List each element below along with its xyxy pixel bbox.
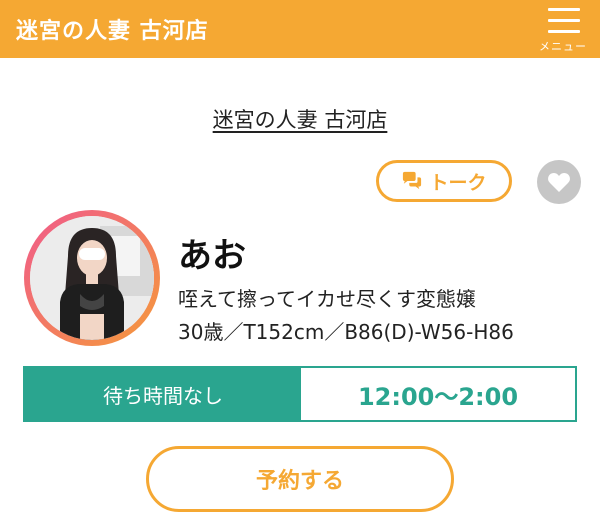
menu-label: メニュー	[539, 40, 587, 53]
cast-details: 30歳／T152cm／B86(D)-W56-H86	[178, 320, 514, 344]
avatar[interactable]	[30, 216, 154, 340]
shop-name-link[interactable]: 迷宮の人妻 古河店	[213, 108, 388, 132]
reserve-button-label: 予約する	[255, 469, 344, 494]
favorite-button[interactable]	[537, 160, 581, 204]
working-hours: 12:00〜2:00	[301, 368, 575, 420]
top-header: 迷宮の人妻 古河店 メニュー	[0, 0, 600, 58]
avatar-photo	[30, 216, 154, 340]
menu-button[interactable]: メニュー	[532, 4, 594, 56]
talk-button-label: トーク	[429, 171, 487, 194]
heart-icon	[548, 173, 570, 192]
reserve-button[interactable]: 予約する	[146, 446, 454, 512]
chat-bubbles-icon	[403, 171, 422, 190]
availability-bar: 待ち時間なし 12:00〜2:00	[23, 366, 577, 422]
avatar-ring	[24, 210, 160, 346]
header-title[interactable]: 迷宮の人妻 古河店	[16, 13, 209, 45]
talk-button[interactable]: トーク	[376, 160, 512, 202]
cast-name: あお	[178, 236, 246, 276]
cast-catchphrase: 咥えて擦ってイカせ尽くす変態嬢	[178, 287, 476, 311]
wait-time-status: 待ち時間なし	[25, 368, 301, 420]
shop-link-row: 迷宮の人妻 古河店	[0, 104, 600, 134]
hamburger-menu-icon	[548, 8, 580, 34]
